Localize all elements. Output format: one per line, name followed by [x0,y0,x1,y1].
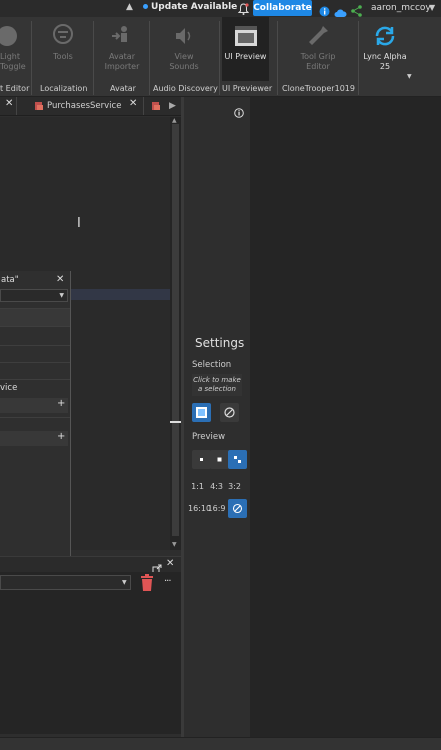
ribbon-item-label: Light [0,52,20,61]
ribbon-item-label: View [174,52,194,61]
avatar-importer-button[interactable]: Avatar Importer [96,17,148,81]
lync-alpha-button[interactable]: Lync Alpha 25 [361,17,409,81]
divider [31,21,32,95]
ribbon-item-label: Importer [104,62,140,71]
list-item[interactable] [0,309,70,326]
selection-label: Selection [192,360,232,370]
scroll-down-icon[interactable]: ▼ [172,541,177,548]
output-panel [0,572,181,734]
ribbon-item-label: UI Preview [224,52,267,61]
tool-grip-editor-button[interactable]: Tool Grip Editor [282,17,354,81]
divider [16,97,17,115]
ratio-16-10-button[interactable]: 16:10 [188,499,211,518]
divider [0,417,70,418]
update-label: Update Available [151,2,238,12]
divider [93,21,94,95]
scroll-marker [170,421,181,423]
preview-label: Preview [192,432,226,442]
close-icon[interactable]: ✕ [166,558,174,569]
close-icon[interactable]: ✕ [56,274,64,285]
light-toggle-button[interactable]: Light Toggle [0,17,26,81]
ratio-4-3-button[interactable]: 4:3 [207,477,226,496]
list-item[interactable]: + [0,431,68,446]
chevron-up-icon[interactable]: ▲ [126,2,133,12]
viewport-pane[interactable] [250,97,441,737]
scrollbar-thumb[interactable] [172,124,179,536]
ratio-1-1-button[interactable]: 1:1 [188,477,207,496]
ribbon-section-label: t Editor [0,84,30,93]
properties-popup: ata" ✕ ▼ vice + + [0,271,71,572]
clear-selection-button[interactable] [220,403,239,422]
plus-icon[interactable]: + [57,431,65,442]
ui-preview-button[interactable]: UI Preview [222,17,269,81]
ribbon-item-label: Toggle [0,62,26,71]
ratio-none-button[interactable] [228,499,247,518]
ribbon-item-label: 25 [379,62,391,71]
collaborate-button[interactable]: Collaborate [253,0,312,16]
script-tabs: ✕ PurchasesService ✕ ▶ [0,97,183,116]
divider [143,97,144,115]
divider [0,362,70,363]
ribbon-item-label: Lync Alpha [363,52,407,61]
ribbon-item-label: Tools [53,52,73,61]
text-cursor-icon: I [77,216,81,231]
current-line-highlight [70,289,170,300]
ratio-3-2-button[interactable]: 3:2 [225,477,244,496]
update-dot-icon [143,4,148,9]
preview-large-button[interactable] [228,450,247,469]
ribbon-section-label: UI Previewer [222,84,273,93]
script-icon[interactable] [151,101,161,111]
settings-title: Settings [195,336,245,350]
ui-previewer-panel: Settings Selection Click to make a selec… [184,97,250,737]
info-icon[interactable] [234,103,244,122]
divider [219,21,220,95]
divider [277,21,278,95]
preview-small-button[interactable] [192,450,211,469]
ribbon-section-label: Avatar [110,84,136,93]
close-tab-icon[interactable]: ✕ [5,98,13,109]
preview-medium-button[interactable] [210,450,229,469]
ratio-16-9-button[interactable]: 16:9 [207,499,226,518]
scroll-up-icon[interactable]: ▲ [172,117,177,124]
select-button[interactable] [192,403,211,422]
ribbon-item-label: Tool Grip [300,52,336,61]
update-available-link[interactable]: Update Available [143,2,237,12]
ribbon-section-label: Localization [40,84,88,93]
ribbon-item-label: Sounds [169,62,199,71]
ribbon-section-label: CloneTrooper1019 [282,84,355,93]
tab-label: PurchasesService [47,101,122,111]
more-options-icon[interactable]: ··· [164,576,171,587]
dropdown[interactable]: ▼ [0,289,68,302]
plus-icon[interactable]: + [57,398,65,409]
tab-purchases-service[interactable]: PurchasesService [34,97,144,115]
ribbon-toolbar: Light Toggle Tools Avatar Importer View … [0,17,441,97]
close-tab-icon[interactable]: ✕ [129,98,137,109]
popup-title: ata" [1,275,19,285]
tools-button[interactable]: Tools [34,17,92,81]
status-bar [0,737,441,750]
list-item-label: vice [0,383,18,393]
chevron-down-icon[interactable]: ▼ [407,73,412,80]
divider [358,21,359,95]
view-sounds-button[interactable]: View Sounds [152,17,216,81]
filter-dropdown[interactable]: ▼ [0,575,131,590]
title-bar: ▲ Update Available Collaborate aaron_mcc… [0,0,441,17]
chevron-down-icon[interactable]: ▼ [429,3,435,12]
list-item[interactable]: + [0,398,68,413]
ribbon-item-label: Avatar [109,52,135,61]
divider [149,21,150,95]
divider [0,379,70,380]
divider [0,345,70,346]
chevron-down-icon: ▼ [122,579,127,586]
selection-hint[interactable]: Click to make a selection [192,374,242,396]
chevron-down-icon: ▼ [59,292,64,299]
output-header: ✕ [0,556,181,574]
ribbon-section-label: Audio Discovery [153,84,218,93]
ribbon-item-label: Editor [306,62,330,71]
username[interactable]: aaron_mccoy [371,3,431,13]
script-icon [35,101,43,110]
trash-icon[interactable] [140,574,154,595]
divider [0,326,70,327]
tab-scroll-icon[interactable]: ▶ [169,101,176,111]
